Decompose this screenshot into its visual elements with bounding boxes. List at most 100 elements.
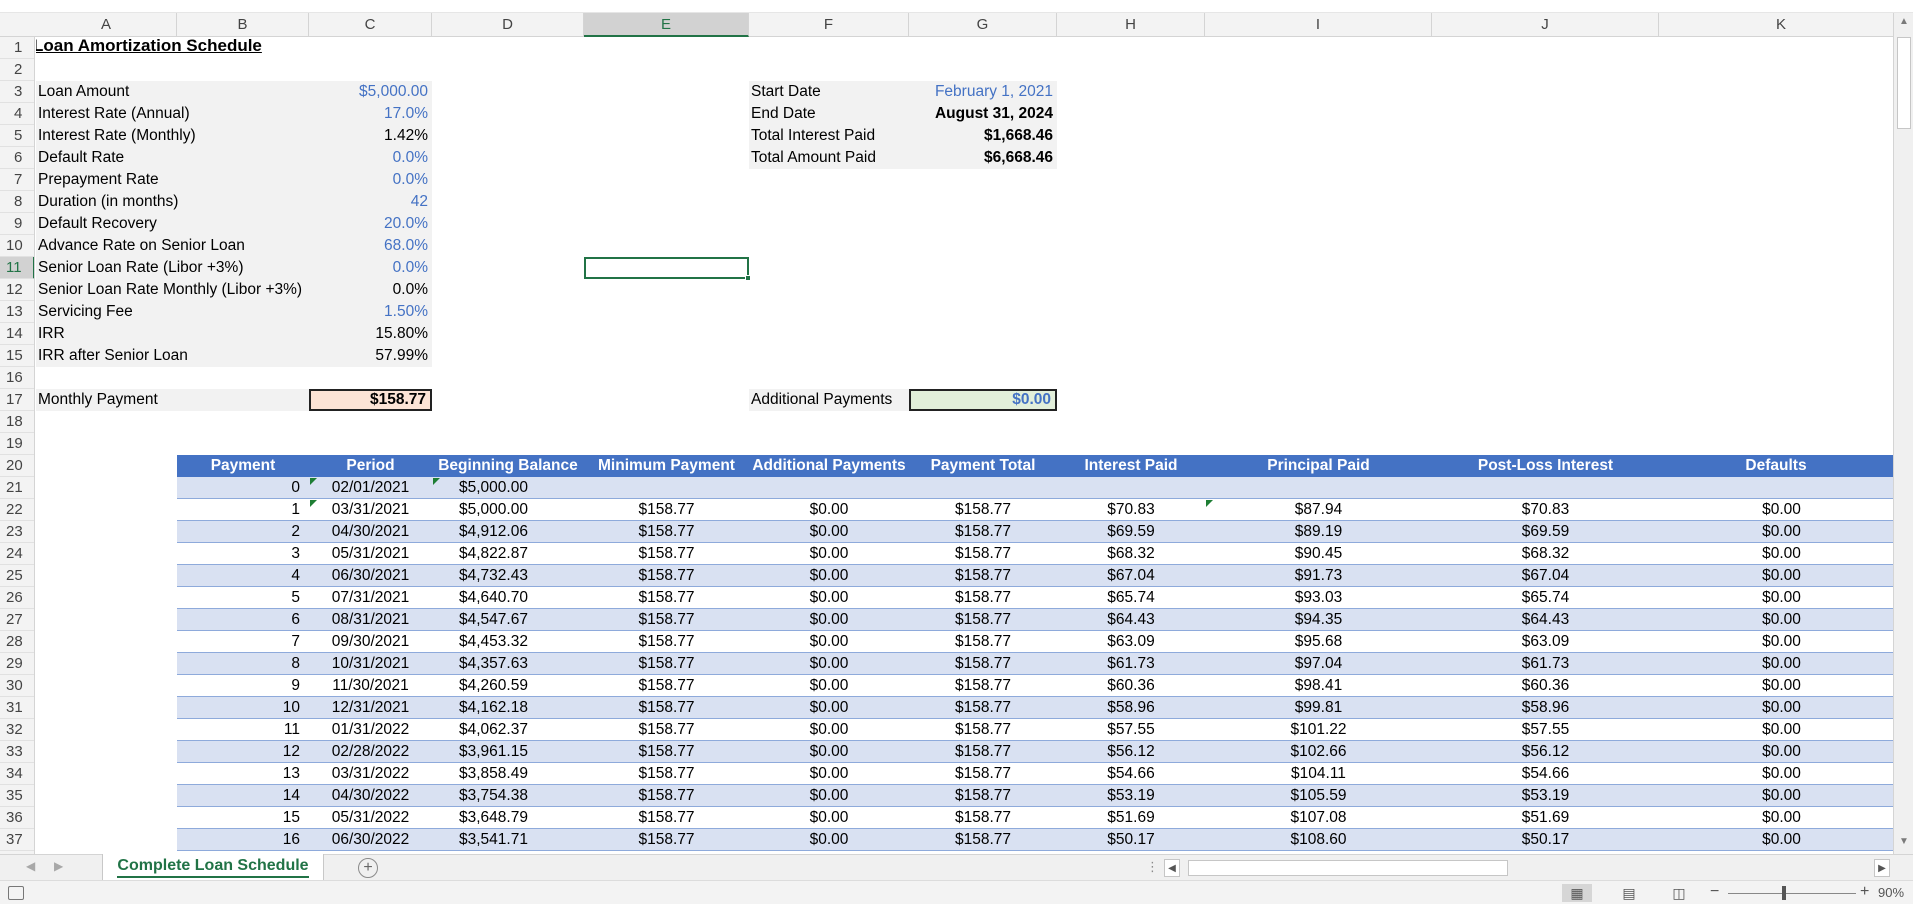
column-header-e[interactable]: E	[584, 13, 749, 37]
summary-value[interactable]: August 31, 2024	[909, 103, 1057, 125]
row-header-25[interactable]: 25	[0, 565, 34, 587]
table-cell[interactable]: $158.77	[584, 521, 749, 543]
vertical-scrollbar[interactable]: ▲ ▼	[1893, 13, 1913, 854]
table-cell[interactable]: $67.04	[1432, 565, 1659, 587]
table-cell[interactable]: $58.96	[1432, 697, 1659, 719]
table-cell[interactable]: $158.77	[909, 719, 1057, 741]
zoom-in-button[interactable]: +	[1860, 883, 1869, 901]
table-cell[interactable]: $4,640.70	[457, 587, 584, 609]
row-header-6[interactable]: 6	[0, 147, 34, 169]
table-cell[interactable]: $4,162.18	[457, 697, 584, 719]
page-layout-icon[interactable]: ▤	[1614, 884, 1644, 902]
table-cell[interactable]: $89.19	[1205, 521, 1432, 543]
table-cell[interactable]: 10	[177, 697, 304, 719]
table-header-interest-paid[interactable]: Interest Paid	[1057, 455, 1205, 477]
row-header-23[interactable]: 23	[0, 521, 34, 543]
row-header-11[interactable]: 11	[0, 257, 34, 279]
summary-value[interactable]: $1,668.46	[909, 125, 1057, 147]
row-header-5[interactable]: 5	[0, 125, 34, 147]
table-cell[interactable]: $158.77	[584, 543, 749, 565]
param-value[interactable]: 0.0%	[309, 257, 432, 279]
row-header-13[interactable]: 13	[0, 301, 34, 323]
table-cell[interactable]: $158.77	[909, 653, 1057, 675]
table-header-minimum-payment[interactable]: Minimum Payment	[584, 455, 749, 477]
param-value[interactable]: 0.0%	[309, 169, 432, 191]
table-cell[interactable]: $68.32	[1057, 543, 1205, 565]
table-cell[interactable]: 03/31/2022	[309, 763, 432, 785]
row-header-34[interactable]: 34	[0, 763, 34, 785]
table-cell[interactable]: 07/31/2021	[309, 587, 432, 609]
table-cell[interactable]: $68.32	[1432, 543, 1659, 565]
table-cell[interactable]: 4	[177, 565, 304, 587]
table-cell[interactable]: $65.74	[1057, 587, 1205, 609]
row-header-8[interactable]: 8	[0, 191, 34, 213]
add-sheet-icon[interactable]: +	[358, 858, 378, 878]
table-cell[interactable]: $107.08	[1205, 807, 1432, 829]
table-cell[interactable]: $53.19	[1432, 785, 1659, 807]
table-cell[interactable]: $0.00	[749, 587, 909, 609]
table-cell[interactable]: $158.77	[584, 741, 749, 763]
page-break-icon[interactable]: ◫	[1664, 884, 1694, 902]
summary-value[interactable]: February 1, 2021	[909, 81, 1057, 103]
table-cell[interactable]: $158.77	[584, 719, 749, 741]
table-cell[interactable]: 2	[177, 521, 304, 543]
column-header-d[interactable]: D	[432, 13, 584, 37]
table-cell[interactable]: $90.45	[1205, 543, 1432, 565]
table-cell[interactable]: $63.09	[1057, 631, 1205, 653]
zoom-level[interactable]: 90%	[1878, 885, 1904, 900]
table-cell[interactable]: $0.00	[749, 785, 909, 807]
row-header-10[interactable]: 10	[0, 235, 34, 257]
row-header-15[interactable]: 15	[0, 345, 34, 367]
table-cell[interactable]: $0.00	[1659, 565, 1893, 587]
table-cell[interactable]: $3,858.49	[457, 763, 584, 785]
param-value[interactable]: 57.99%	[309, 345, 432, 367]
table-cell[interactable]: $0.00	[749, 675, 909, 697]
table-cell[interactable]: $3,961.15	[457, 741, 584, 763]
row-header-35[interactable]: 35	[0, 785, 34, 807]
table-cell[interactable]: $95.68	[1205, 631, 1432, 653]
table-cell[interactable]: $158.77	[909, 587, 1057, 609]
param-value[interactable]: 17.0%	[309, 103, 432, 125]
table-cell[interactable]: 11/30/2021	[309, 675, 432, 697]
table-cell[interactable]: $0.00	[1659, 697, 1893, 719]
table-cell[interactable]: $158.77	[909, 609, 1057, 631]
table-cell[interactable]: $0.00	[749, 829, 909, 851]
table-cell[interactable]: $54.66	[1057, 763, 1205, 785]
table-cell[interactable]: $4,822.87	[457, 543, 584, 565]
table-cell[interactable]: $3,754.38	[457, 785, 584, 807]
table-cell[interactable]: 02/01/2021	[309, 477, 432, 499]
table-cell[interactable]: 08/31/2021	[309, 609, 432, 631]
table-cell[interactable]: $61.73	[1057, 653, 1205, 675]
column-header-k[interactable]: K	[1659, 13, 1904, 37]
table-cell[interactable]: $101.22	[1205, 719, 1432, 741]
table-cell[interactable]: $54.66	[1432, 763, 1659, 785]
table-cell[interactable]: $0.00	[749, 653, 909, 675]
param-value[interactable]: 0.0%	[309, 147, 432, 169]
column-header-a[interactable]: A	[36, 13, 177, 37]
row-header-31[interactable]: 31	[0, 697, 34, 719]
table-cell[interactable]: $93.03	[1205, 587, 1432, 609]
table-cell[interactable]: 01/31/2022	[309, 719, 432, 741]
param-value[interactable]: 1.50%	[309, 301, 432, 323]
column-header-h[interactable]: H	[1057, 13, 1205, 37]
worksheet-grid[interactable]: Loan Amortization Schedule Loan Amount $5…	[36, 37, 1893, 854]
table-cell[interactable]: $51.69	[1432, 807, 1659, 829]
table-cell[interactable]: 12	[177, 741, 304, 763]
row-header-27[interactable]: 27	[0, 609, 34, 631]
table-cell[interactable]: $4,912.06	[457, 521, 584, 543]
table-cell[interactable]: $0.00	[749, 807, 909, 829]
zoom-out-button[interactable]: −	[1710, 883, 1719, 901]
table-cell[interactable]: $158.77	[584, 785, 749, 807]
table-cell[interactable]: 03/31/2021	[309, 499, 432, 521]
table-header-post-loss-interest[interactable]: Post-Loss Interest	[1432, 455, 1659, 477]
column-header-j[interactable]: J	[1432, 13, 1659, 37]
table-cell[interactable]: $104.11	[1205, 763, 1432, 785]
table-cell[interactable]: $0.00	[749, 631, 909, 653]
row-header-36[interactable]: 36	[0, 807, 34, 829]
table-cell[interactable]: $4,453.32	[457, 631, 584, 653]
row-header-17[interactable]: 17	[0, 389, 34, 411]
row-header-32[interactable]: 32	[0, 719, 34, 741]
table-cell[interactable]: $158.77	[584, 675, 749, 697]
row-header-29[interactable]: 29	[0, 653, 34, 675]
row-header-33[interactable]: 33	[0, 741, 34, 763]
